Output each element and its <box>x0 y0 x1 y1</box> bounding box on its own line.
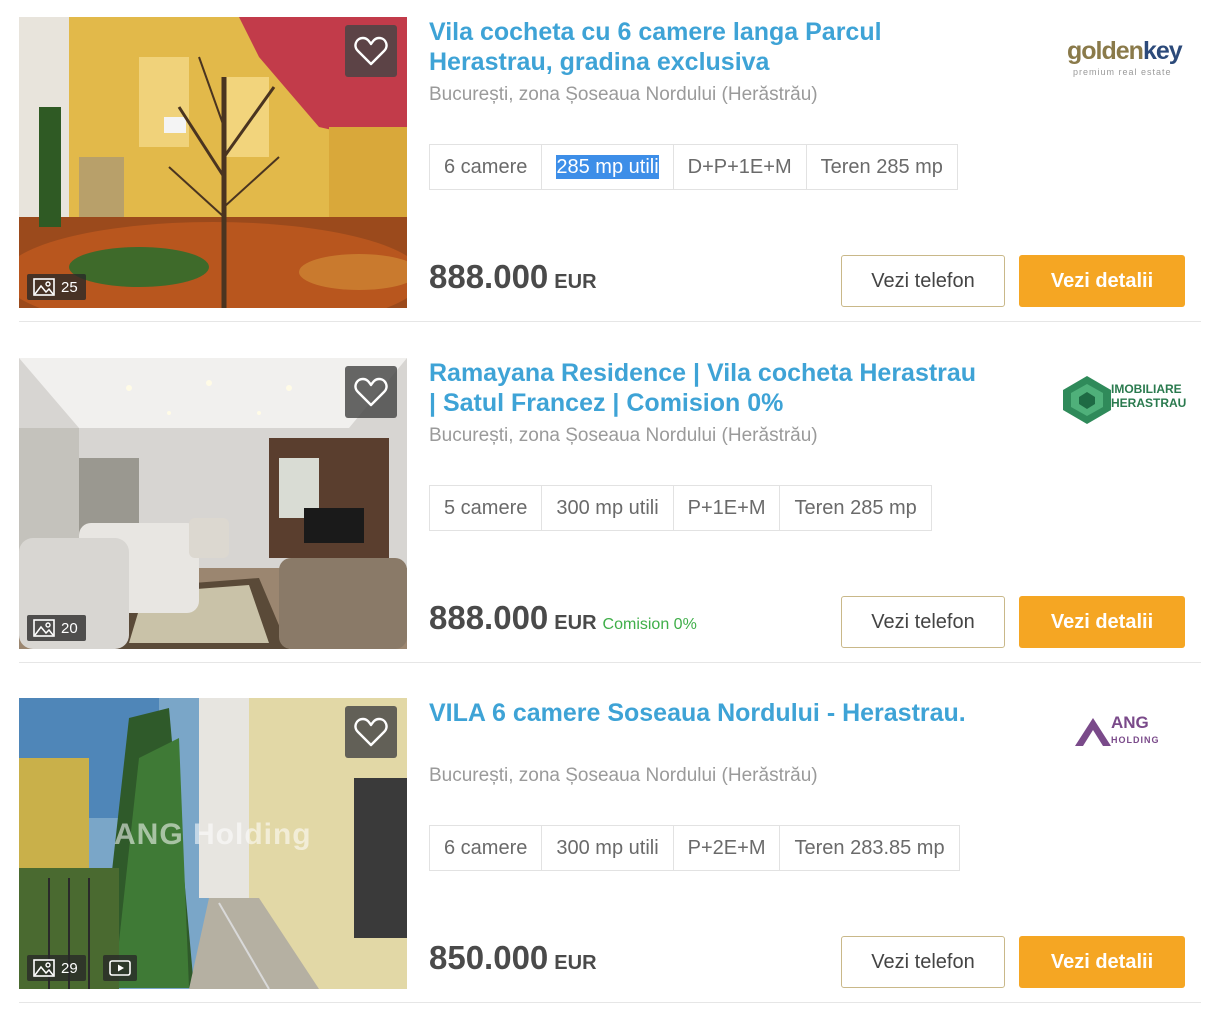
feature-floors: P+2E+M <box>672 826 780 870</box>
heart-icon <box>354 717 388 747</box>
agency-logo-mark <box>1063 376 1111 424</box>
feature-rooms: 5 camere <box>444 497 528 519</box>
price-currency: EUR <box>554 952 597 974</box>
listing-price: 850.000 EUR <box>429 939 597 977</box>
listing-title[interactable]: Vila cocheta cu 6 camere langa Parcul He… <box>429 17 989 77</box>
divider <box>19 321 1201 322</box>
price-amount: 888.000 <box>429 258 549 295</box>
show-phone-button[interactable]: Vezi telefon <box>841 936 1005 988</box>
photo-count: 25 <box>61 278 78 296</box>
favorite-button[interactable] <box>345 25 397 77</box>
image-gallery-icon <box>33 959 55 977</box>
feature-rooms: 6 camere <box>444 156 528 178</box>
agency-logo[interactable]: goldenkey premium real estate <box>1059 29 1189 89</box>
divider <box>19 662 1201 663</box>
listing-card: 25 Vila cocheta cu 6 camere langa Parcul… <box>19 17 1201 322</box>
image-gallery-icon <box>33 278 55 296</box>
show-phone-button[interactable]: Vezi telefon <box>841 596 1005 648</box>
agency-logo-name: goldenkey <box>1067 37 1183 65</box>
listing-title[interactable]: VILA 6 camere Soseaua Nordului - Herastr… <box>429 698 989 728</box>
listing-card: ANG Holding 29 VILA 6 camere Soseaua Nor… <box>19 698 1201 1003</box>
feature-usable-area: 300 mp utili <box>541 826 672 870</box>
listing-location: București, zona Șoseaua Nordului (Herăst… <box>429 425 818 446</box>
agency-logo[interactable]: IMOBILIARE HERASTRAU <box>1059 370 1189 430</box>
favorite-button[interactable] <box>345 706 397 758</box>
agency-logo-text: IMOBILIARE HERASTRAU <box>1111 382 1187 410</box>
features-list: 6 camere 285 mp utili D+P+1E+M Teren 285… <box>429 144 958 190</box>
agency-logo[interactable]: ANG HOLDING <box>1059 710 1189 770</box>
listing-price: 888.000 EUR Comision 0% <box>429 599 697 637</box>
agency-logo-mark <box>1075 718 1111 746</box>
heart-icon <box>354 377 388 407</box>
heart-icon <box>354 36 388 66</box>
feature-land: Teren 285 mp <box>805 145 957 189</box>
photo-count-badge[interactable]: 25 <box>27 274 86 300</box>
video-badge[interactable] <box>103 955 137 981</box>
price-amount: 888.000 <box>429 599 549 636</box>
listing-photo[interactable]: ANG Holding 29 <box>19 698 407 989</box>
feature-rooms: 6 camere <box>444 837 528 859</box>
view-details-button[interactable]: Vezi detalii <box>1019 596 1185 648</box>
image-gallery-icon <box>33 619 55 637</box>
feature-land: Teren 283.85 mp <box>779 826 958 870</box>
listing-photo[interactable]: 20 <box>19 358 407 649</box>
photo-watermark: ANG Holding <box>114 818 312 851</box>
selected-text: 285 mp utili <box>556 155 659 179</box>
price-amount: 850.000 <box>429 939 549 976</box>
agency-logo-tagline: premium real estate <box>1073 67 1172 77</box>
listing-photo[interactable]: 25 <box>19 17 407 308</box>
photo-count-badge[interactable]: 29 <box>27 955 86 981</box>
view-details-button[interactable]: Vezi detalii <box>1019 255 1185 307</box>
listing-card: 20 Ramayana Residence | Vila cocheta Her… <box>19 358 1201 663</box>
feature-floors: P+1E+M <box>672 486 780 530</box>
feature-usable-area: 300 mp utili <box>541 486 672 530</box>
feature-usable-area: 285 mp utili <box>541 145 672 189</box>
price-currency: EUR <box>554 271 597 293</box>
photo-count: 29 <box>61 959 78 977</box>
view-details-button[interactable]: Vezi detalii <box>1019 936 1185 988</box>
video-icon <box>109 960 131 976</box>
features-list: 6 camere 300 mp utili P+2E+M Teren 283.8… <box>429 825 960 871</box>
commission-label: Comision 0% <box>602 616 697 633</box>
show-phone-button[interactable]: Vezi telefon <box>841 255 1005 307</box>
agency-logo-text: ANG HOLDING <box>1111 713 1160 745</box>
divider <box>19 1002 1201 1003</box>
features-list: 5 camere 300 mp utili P+1E+M Teren 285 m… <box>429 485 932 531</box>
favorite-button[interactable] <box>345 366 397 418</box>
price-currency: EUR <box>554 612 597 634</box>
photo-count-badge[interactable]: 20 <box>27 615 86 641</box>
feature-land: Teren 285 mp <box>779 486 930 530</box>
feature-floors: D+P+1E+M <box>672 145 806 189</box>
listing-location: București, zona Șoseaua Nordului (Herăst… <box>429 84 818 105</box>
photo-count: 20 <box>61 619 78 637</box>
listing-price: 888.000 EUR <box>429 258 597 296</box>
listing-title[interactable]: Ramayana Residence | Vila cocheta Herast… <box>429 358 989 418</box>
listing-location: București, zona Șoseaua Nordului (Herăst… <box>429 765 818 786</box>
